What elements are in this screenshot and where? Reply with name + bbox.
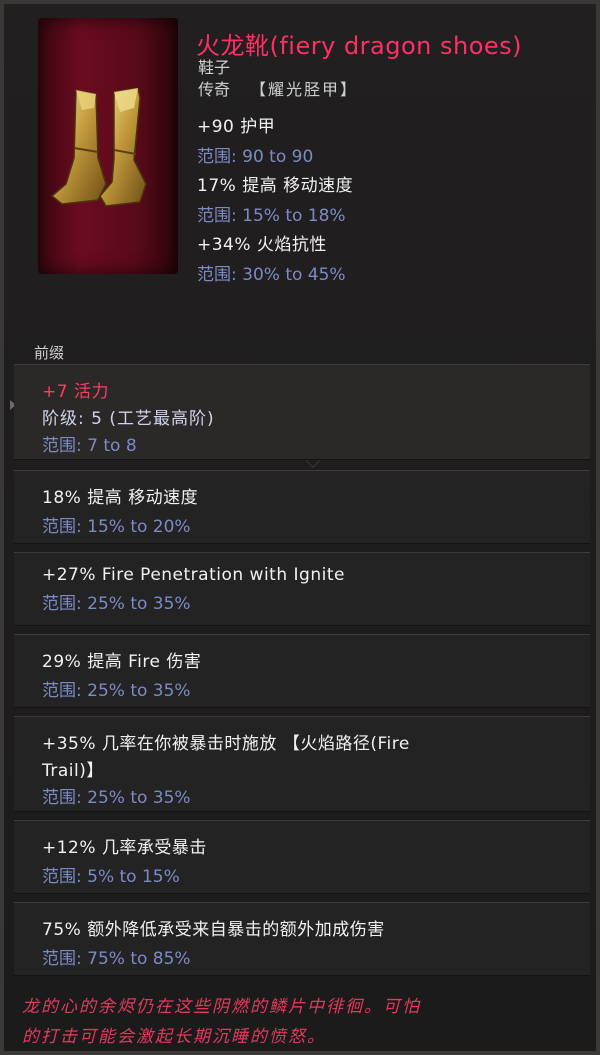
affix-row[interactable]: +35% 几率在你被暴击时施放 【火焰路径(Fire Trail)】 范围: 2…: [14, 716, 590, 812]
affix-range: 范围: 5% to 15%: [42, 867, 180, 887]
affix-range: 范围: 25% to 35%: [42, 788, 191, 808]
affix-range: 范围: 7 to 8: [42, 436, 137, 456]
affix-range: 范围: 25% to 35%: [42, 681, 191, 701]
affix-stat: +27% Fire Penetration with Ignite: [42, 565, 345, 585]
item-name: 火龙靴(fiery dragon shoes): [196, 32, 523, 60]
affix-row[interactable]: +7 活力 阶级: 5 (工艺最高阶) 范围: 7 to 8: [14, 364, 590, 460]
affix-stat: +12% 几率承受暴击: [42, 838, 207, 858]
affix-stat: +7 活力: [42, 382, 109, 402]
affix-stat: 29% 提高 Fire 伤害: [42, 652, 202, 672]
affix-stat: 18% 提高 移动速度: [42, 488, 199, 508]
item-base-type: 【耀光胫甲】: [250, 80, 359, 99]
lore-line: 龙的心的余烬仍在这些阴燃的鳞片中徘徊。可怕: [22, 997, 421, 1017]
affix-range: 范围: 75% to 85%: [42, 949, 191, 969]
implicit-stat: +90 护甲: [197, 117, 276, 137]
implicit-range: 范围: 15% to 18%: [197, 206, 346, 226]
lore-line: 的打击可能会激起长期沉睡的愤怒。: [22, 1027, 326, 1047]
implicit-range: 范围: 30% to 45%: [197, 265, 346, 285]
item-type: 鞋子: [198, 58, 231, 77]
affix-row[interactable]: 29% 提高 Fire 伤害 范围: 25% to 35%: [14, 634, 590, 708]
item-rarity-line: 传奇 【耀光胫甲】: [198, 76, 358, 100]
implicit-stat: +34% 火焰抗性: [197, 235, 327, 255]
affix-stat: 75% 额外降低承受来自暴击的额外加成伤害: [42, 920, 385, 940]
affix-row[interactable]: 18% 提高 移动速度 范围: 15% to 20%: [14, 470, 590, 544]
affix-row[interactable]: 75% 额外降低承受来自暴击的额外加成伤害 范围: 75% to 85%: [14, 902, 590, 976]
prefix-section-label: 前缀: [34, 344, 65, 362]
affix-row[interactable]: +12% 几率承受暴击 范围: 5% to 15%: [14, 820, 590, 894]
implicit-range: 范围: 90 to 90: [197, 147, 314, 167]
golden-boots-icon: [50, 88, 147, 207]
implicit-stat: 17% 提高 移动速度: [197, 176, 354, 196]
affix-stat: +35% 几率在你被暴击时施放 【火焰路径(Fire: [42, 734, 410, 754]
affix-stat-continued: Trail)】: [42, 761, 104, 781]
item-portrait: [38, 18, 178, 274]
affix-row[interactable]: +27% Fire Penetration with Ignite 范围: 25…: [14, 552, 590, 626]
affix-tier: 阶级: 5 (工艺最高阶): [42, 409, 215, 429]
item-rarity: 传奇: [198, 80, 231, 99]
item-lore: 龙的心的余烬仍在这些阴燃的鳞片中徘徊。可怕 的打击可能会激起长期沉睡的愤怒。: [22, 992, 582, 1052]
affix-range: 范围: 15% to 20%: [42, 517, 191, 537]
affix-range: 范围: 25% to 35%: [42, 594, 191, 614]
